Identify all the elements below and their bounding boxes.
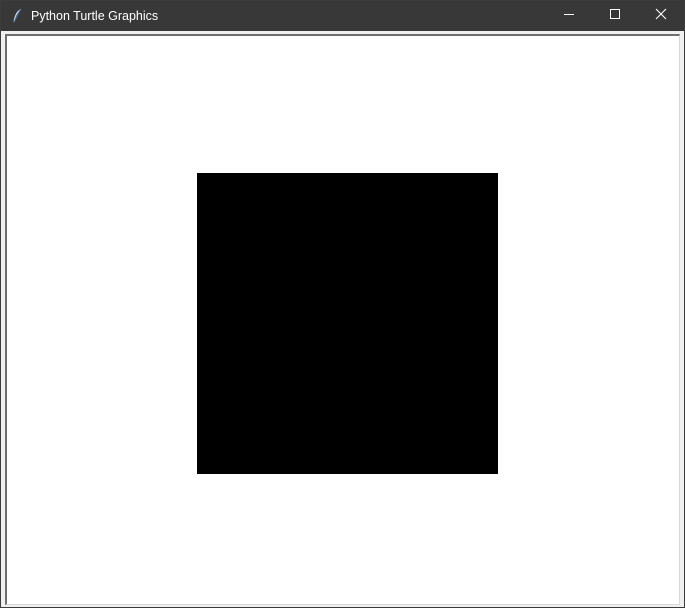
minimize-button[interactable] [546, 1, 592, 31]
window-title: Python Turtle Graphics [31, 9, 159, 23]
close-button[interactable] [638, 1, 684, 31]
close-icon [655, 7, 667, 25]
minimize-icon [563, 7, 575, 25]
maximize-icon [609, 7, 621, 25]
turtle-canvas[interactable] [7, 36, 679, 604]
canvas-frame [5, 34, 680, 605]
filled-square [197, 173, 498, 474]
title-bar[interactable]: Python Turtle Graphics [1, 1, 684, 31]
maximize-button[interactable] [592, 1, 638, 31]
feather-icon [11, 8, 23, 24]
turtle-window: Python Turtle Graphics [0, 0, 685, 608]
